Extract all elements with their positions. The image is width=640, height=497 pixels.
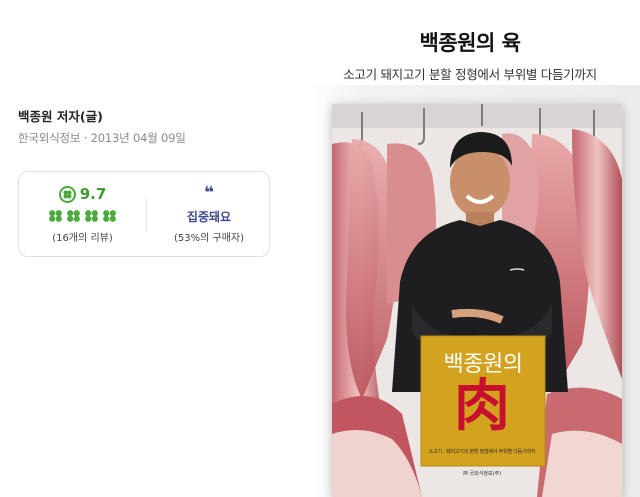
cover-publisher: ㈜ 국외식정보(주)	[462, 471, 502, 477]
clover-badge-icon	[58, 185, 76, 203]
clover-icon	[49, 210, 62, 222]
review-count: (16개의 리뷰)	[52, 233, 113, 244]
clover-icon	[67, 210, 80, 222]
rating-card: 9.7 (16개의 리뷰) ❝ 집중돼요 (53%의 구매자)	[18, 171, 270, 257]
quote-icon: ❝	[204, 183, 214, 203]
publisher-date: 한국외식정보 · 2013년 04월 09일	[18, 131, 186, 145]
book-subtitle: 소고기 돼지고기 분할 정형에서 부위별 다듬기까지	[343, 67, 597, 82]
clover-icon	[85, 210, 98, 222]
cover-big-character: 肉	[454, 373, 510, 439]
book-title: 백종원의 육	[419, 31, 521, 55]
keyword-buyers: (53%의 구매자)	[173, 233, 244, 244]
author-link[interactable]: 백종원 저자(글)	[18, 106, 103, 125]
rating-section[interactable]: 9.7 (16개의 리뷰)	[19, 172, 146, 258]
clover-rating	[19, 209, 146, 223]
keyword-label: 집중돼요	[186, 210, 232, 224]
rating-score: 9.7	[79, 185, 107, 203]
keyword-section[interactable]: ❝ 집중돼요 (53%의 구매자)	[147, 172, 271, 258]
cover-subtitle: 소고기 · 돼지고기의 분할 정형에서 부위별 다듬기까지	[428, 449, 536, 455]
clover-icon	[103, 210, 116, 222]
